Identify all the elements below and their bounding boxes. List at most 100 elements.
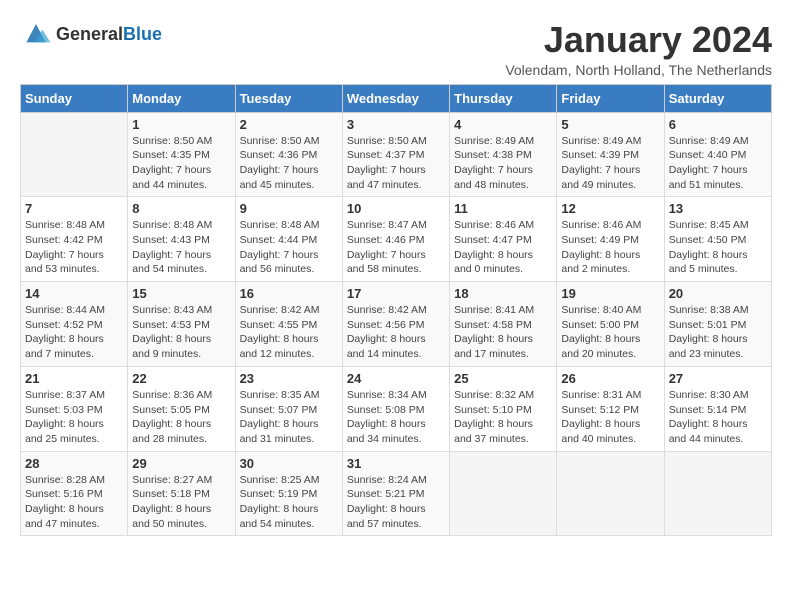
day-number: 31 xyxy=(347,456,445,471)
calendar-cell-w2-d2: 8 Sunrise: 8:48 AMSunset: 4:43 PMDaylight… xyxy=(128,197,235,282)
day-number: 10 xyxy=(347,201,445,216)
calendar-cell-w4-d2: 22 Sunrise: 8:36 AMSunset: 5:05 PMDayligh… xyxy=(128,366,235,451)
day-info: Sunrise: 8:31 AMSunset: 5:12 PMDaylight:… xyxy=(561,388,659,447)
day-info: Sunrise: 8:49 AMSunset: 4:40 PMDaylight:… xyxy=(669,134,767,193)
day-info: Sunrise: 8:42 AMSunset: 4:55 PMDaylight:… xyxy=(240,303,338,362)
day-info: Sunrise: 8:41 AMSunset: 4:58 PMDaylight:… xyxy=(454,303,552,362)
calendar-cell-w4-d6: 26 Sunrise: 8:31 AMSunset: 5:12 PMDayligh… xyxy=(557,366,664,451)
calendar-cell-w4-d1: 21Sunrise: 8:37 AMSunset: 5:03 PMDayligh… xyxy=(21,366,128,451)
day-number: 26 xyxy=(561,371,659,386)
month-title: January 2024 xyxy=(505,20,772,60)
calendar-cell-w2-d6: 12 Sunrise: 8:46 AMSunset: 4:49 PMDayligh… xyxy=(557,197,664,282)
day-number: 11 xyxy=(454,201,552,216)
calendar-cell-w3-d5: 18 Sunrise: 8:41 AMSunset: 4:58 PMDayligh… xyxy=(450,282,557,367)
weekday-header-row: SundayMondayTuesdayWednesdayThursdayFrid… xyxy=(21,84,772,112)
week-row-2: 7 Sunrise: 8:48 AMSunset: 4:42 PMDaylight… xyxy=(21,197,772,282)
day-info: Sunrise: 8:43 AMSunset: 4:53 PMDaylight:… xyxy=(132,303,230,362)
day-number: 17 xyxy=(347,286,445,301)
calendar-cell-w1-d5: 4 Sunrise: 8:49 AMSunset: 4:38 PMDaylight… xyxy=(450,112,557,197)
weekday-header-sunday: Sunday xyxy=(21,84,128,112)
calendar-cell-w2-d5: 11Sunrise: 8:46 AMSunset: 4:47 PMDayligh… xyxy=(450,197,557,282)
day-info: Sunrise: 8:49 AMSunset: 4:39 PMDaylight:… xyxy=(561,134,659,193)
calendar-cell-w4-d4: 24Sunrise: 8:34 AMSunset: 5:08 PMDayligh… xyxy=(342,366,449,451)
day-number: 7 xyxy=(25,201,123,216)
calendar-cell-w3-d6: 19Sunrise: 8:40 AMSunset: 5:00 PMDayligh… xyxy=(557,282,664,367)
week-row-5: 28 Sunrise: 8:28 AMSunset: 5:16 PMDayligh… xyxy=(21,451,772,536)
day-number: 18 xyxy=(454,286,552,301)
day-info: Sunrise: 8:36 AMSunset: 5:05 PMDaylight:… xyxy=(132,388,230,447)
day-number: 14 xyxy=(25,286,123,301)
day-info: Sunrise: 8:24 AMSunset: 5:21 PMDaylight:… xyxy=(347,473,445,532)
location-title: Volendam, North Holland, The Netherlands xyxy=(505,62,772,78)
day-info: Sunrise: 8:48 AMSunset: 4:43 PMDaylight:… xyxy=(132,218,230,277)
week-row-4: 21Sunrise: 8:37 AMSunset: 5:03 PMDayligh… xyxy=(21,366,772,451)
day-info: Sunrise: 8:46 AMSunset: 4:49 PMDaylight:… xyxy=(561,218,659,277)
logo-general: General xyxy=(56,24,123,44)
day-info: Sunrise: 8:25 AMSunset: 5:19 PMDaylight:… xyxy=(240,473,338,532)
day-info: Sunrise: 8:47 AMSunset: 4:46 PMDaylight:… xyxy=(347,218,445,277)
day-number: 3 xyxy=(347,117,445,132)
day-number: 19 xyxy=(561,286,659,301)
day-number: 27 xyxy=(669,371,767,386)
calendar-cell-w2-d3: 9 Sunrise: 8:48 AMSunset: 4:44 PMDaylight… xyxy=(235,197,342,282)
logo-icon xyxy=(20,20,52,48)
calendar-cell-w5-d7 xyxy=(664,451,771,536)
day-number: 6 xyxy=(669,117,767,132)
logo: GeneralBlue xyxy=(20,20,162,48)
day-info: Sunrise: 8:42 AMSunset: 4:56 PMDaylight:… xyxy=(347,303,445,362)
calendar-table: SundayMondayTuesdayWednesdayThursdayFrid… xyxy=(20,84,772,537)
day-number: 25 xyxy=(454,371,552,386)
calendar-cell-w3-d2: 15 Sunrise: 8:43 AMSunset: 4:53 PMDayligh… xyxy=(128,282,235,367)
day-number: 5 xyxy=(561,117,659,132)
day-number: 1 xyxy=(132,117,230,132)
weekday-header-thursday: Thursday xyxy=(450,84,557,112)
day-info: Sunrise: 8:48 AMSunset: 4:44 PMDaylight:… xyxy=(240,218,338,277)
calendar-cell-w5-d1: 28 Sunrise: 8:28 AMSunset: 5:16 PMDayligh… xyxy=(21,451,128,536)
day-number: 22 xyxy=(132,371,230,386)
day-number: 15 xyxy=(132,286,230,301)
day-info: Sunrise: 8:35 AMSunset: 5:07 PMDaylight:… xyxy=(240,388,338,447)
day-number: 23 xyxy=(240,371,338,386)
day-number: 12 xyxy=(561,201,659,216)
day-number: 8 xyxy=(132,201,230,216)
calendar-cell-w3-d1: 14 Sunrise: 8:44 AMSunset: 4:52 PMDayligh… xyxy=(21,282,128,367)
calendar-cell-w3-d7: 20 Sunrise: 8:38 AMSunset: 5:01 PMDayligh… xyxy=(664,282,771,367)
calendar-cell-w2-d1: 7 Sunrise: 8:48 AMSunset: 4:42 PMDaylight… xyxy=(21,197,128,282)
day-number: 2 xyxy=(240,117,338,132)
calendar-cell-w5-d4: 31 Sunrise: 8:24 AMSunset: 5:21 PMDayligh… xyxy=(342,451,449,536)
day-info: Sunrise: 8:34 AMSunset: 5:08 PMDaylight:… xyxy=(347,388,445,447)
day-number: 4 xyxy=(454,117,552,132)
calendar-cell-w1-d3: 2 Sunrise: 8:50 AMSunset: 4:36 PMDaylight… xyxy=(235,112,342,197)
logo-text: GeneralBlue xyxy=(56,24,162,45)
weekday-header-tuesday: Tuesday xyxy=(235,84,342,112)
day-info: Sunrise: 8:48 AMSunset: 4:42 PMDaylight:… xyxy=(25,218,123,277)
weekday-header-saturday: Saturday xyxy=(664,84,771,112)
weekday-header-friday: Friday xyxy=(557,84,664,112)
calendar-cell-w5-d3: 30Sunrise: 8:25 AMSunset: 5:19 PMDayligh… xyxy=(235,451,342,536)
day-number: 16 xyxy=(240,286,338,301)
day-info: Sunrise: 8:50 AMSunset: 4:35 PMDaylight:… xyxy=(132,134,230,193)
day-info: Sunrise: 8:27 AMSunset: 5:18 PMDaylight:… xyxy=(132,473,230,532)
day-info: Sunrise: 8:44 AMSunset: 4:52 PMDaylight:… xyxy=(25,303,123,362)
day-info: Sunrise: 8:49 AMSunset: 4:38 PMDaylight:… xyxy=(454,134,552,193)
calendar-cell-w1-d2: 1 Sunrise: 8:50 AMSunset: 4:35 PMDaylight… xyxy=(128,112,235,197)
day-info: Sunrise: 8:38 AMSunset: 5:01 PMDaylight:… xyxy=(669,303,767,362)
weekday-header-wednesday: Wednesday xyxy=(342,84,449,112)
week-row-3: 14 Sunrise: 8:44 AMSunset: 4:52 PMDayligh… xyxy=(21,282,772,367)
calendar-cell-w4-d3: 23 Sunrise: 8:35 AMSunset: 5:07 PMDayligh… xyxy=(235,366,342,451)
weekday-header-monday: Monday xyxy=(128,84,235,112)
day-info: Sunrise: 8:50 AMSunset: 4:36 PMDaylight:… xyxy=(240,134,338,193)
calendar-cell-w5-d5 xyxy=(450,451,557,536)
day-info: Sunrise: 8:28 AMSunset: 5:16 PMDaylight:… xyxy=(25,473,123,532)
logo-blue: Blue xyxy=(123,24,162,44)
day-number: 9 xyxy=(240,201,338,216)
day-info: Sunrise: 8:32 AMSunset: 5:10 PMDaylight:… xyxy=(454,388,552,447)
week-row-1: 1 Sunrise: 8:50 AMSunset: 4:35 PMDaylight… xyxy=(21,112,772,197)
day-number: 28 xyxy=(25,456,123,471)
calendar-cell-w5-d6 xyxy=(557,451,664,536)
day-number: 20 xyxy=(669,286,767,301)
calendar-cell-w1-d1 xyxy=(21,112,128,197)
calendar-cell-w4-d5: 25 Sunrise: 8:32 AMSunset: 5:10 PMDayligh… xyxy=(450,366,557,451)
calendar-cell-w2-d4: 10 Sunrise: 8:47 AMSunset: 4:46 PMDayligh… xyxy=(342,197,449,282)
calendar-cell-w1-d6: 5 Sunrise: 8:49 AMSunset: 4:39 PMDaylight… xyxy=(557,112,664,197)
